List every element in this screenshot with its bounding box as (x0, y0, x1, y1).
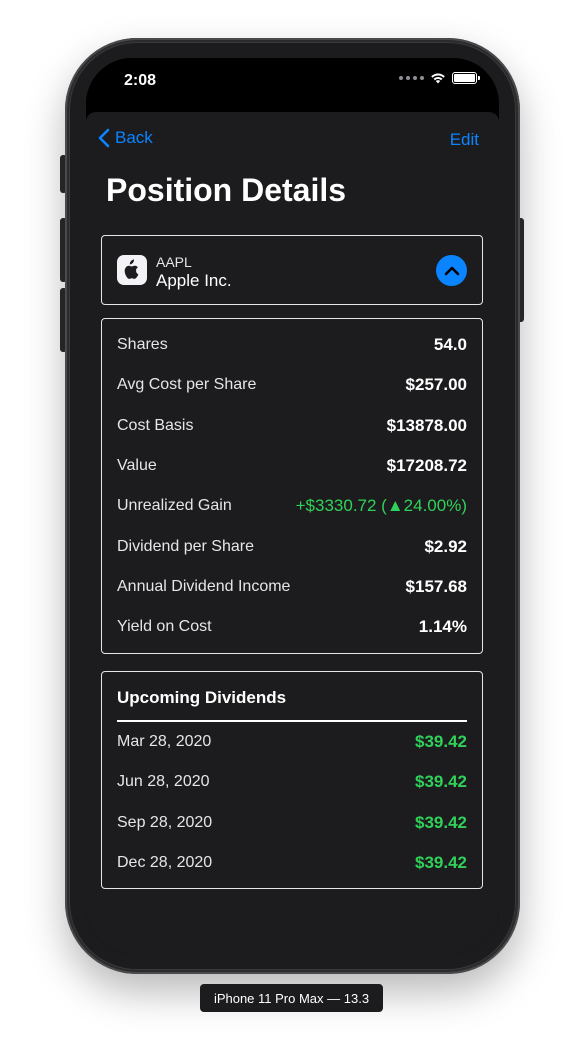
detail-label: Unrealized Gain (117, 497, 232, 514)
detail-value: $257.00 (405, 375, 467, 394)
dividend-row: Dec 28, 2020 $39.42 (117, 852, 467, 874)
chevron-left-icon (98, 128, 110, 148)
page-title: Position Details (106, 172, 347, 208)
dividend-amount: $39.42 (415, 732, 467, 751)
company-name: Apple Inc. (156, 271, 232, 290)
detail-value: $157.68 (405, 577, 467, 596)
dividend-date: Sep 28, 2020 (117, 814, 213, 831)
device-screen: 2:08 Back Edit Position Details AAPL App… (86, 58, 499, 954)
back-label: Back (115, 128, 153, 147)
detail-row-unrealized-gain: Unrealized Gain +$3330.72 (▲24.00%) (117, 495, 467, 517)
wifi-icon (431, 73, 445, 84)
notch (188, 58, 396, 88)
chevron-up-icon (444, 266, 459, 275)
dividend-date: Mar 28, 2020 (117, 733, 212, 750)
detail-label: Annual Dividend Income (117, 578, 291, 595)
dividend-amount: $39.42 (415, 813, 467, 832)
detail-label: Avg Cost per Share (117, 376, 257, 393)
detail-label: Shares (117, 336, 168, 353)
dividend-row: Mar 28, 2020 $39.42 (117, 731, 467, 753)
detail-value: $17208.72 (386, 456, 467, 475)
detail-value: $2.92 (424, 537, 467, 556)
detail-row-annual-dividend: Annual Dividend Income $157.68 (117, 576, 467, 598)
dividend-row: Jun 28, 2020 $39.42 (117, 771, 467, 793)
detail-label: Value (117, 457, 157, 474)
stock-ticker: AAPL (156, 254, 192, 270)
detail-row-value: Value $17208.72 (117, 455, 467, 477)
stock-header-card[interactable]: AAPL Apple Inc. (101, 235, 483, 305)
header-divider (117, 720, 467, 722)
detail-row-avg-cost: Avg Cost per Share $257.00 (117, 374, 467, 396)
upcoming-dividends-header: Upcoming Dividends (117, 688, 287, 707)
dividend-amount: $39.42 (415, 853, 467, 872)
back-button[interactable]: Back (98, 128, 153, 148)
detail-label: Yield on Cost (117, 618, 212, 635)
detail-row-shares: Shares 54.0 (117, 334, 467, 356)
detail-value: $13878.00 (386, 416, 467, 435)
detail-label: Cost Basis (117, 417, 194, 434)
detail-label: Dividend per Share (117, 538, 254, 555)
status-icons (399, 72, 480, 84)
edit-button[interactable]: Edit (450, 130, 479, 150)
detail-value-gain: +$3330.72 (▲24.00%) (295, 496, 467, 515)
dividend-date: Jun 28, 2020 (117, 773, 210, 790)
dividend-row: Sep 28, 2020 $39.42 (117, 812, 467, 834)
position-details-card: Shares 54.0 Avg Cost per Share $257.00 C… (101, 318, 483, 654)
battery-icon (452, 72, 480, 84)
detail-row-yield-on-cost: Yield on Cost 1.14% (117, 616, 467, 638)
apple-logo-icon (117, 255, 147, 285)
detail-value: 54.0 (433, 335, 467, 354)
dividend-amount: $39.42 (415, 772, 467, 791)
dividend-date: Dec 28, 2020 (117, 854, 213, 871)
simulator-device-label: iPhone 11 Pro Max — 13.3 (200, 984, 383, 1012)
simulator-stage: 2:08 Back Edit Position Details AAPL App… (0, 0, 584, 1048)
position-details-sheet: Back Edit Position Details AAPL Apple In… (86, 112, 499, 954)
detail-row-cost-basis: Cost Basis $13878.00 (117, 415, 467, 437)
status-time: 2:08 (124, 72, 157, 89)
detail-value: 1.14% (418, 617, 467, 636)
signal-icon (399, 76, 424, 80)
upcoming-dividends-card: Upcoming Dividends Mar 28, 2020 $39.42 J… (101, 671, 483, 889)
collapse-button[interactable] (436, 255, 467, 286)
detail-row-dividend-per-share: Dividend per Share $2.92 (117, 536, 467, 558)
